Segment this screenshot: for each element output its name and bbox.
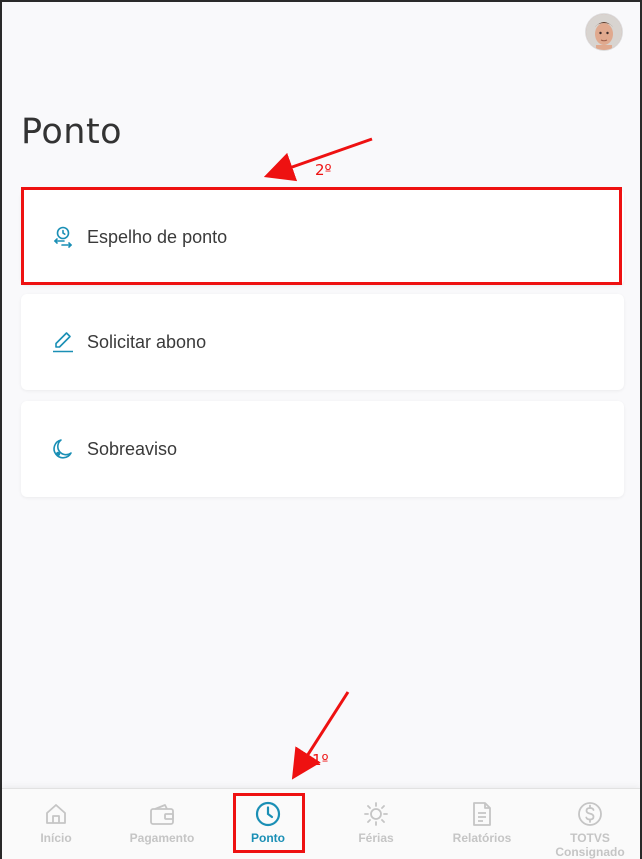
wallet-icon: [149, 801, 175, 827]
nav-item-totvs-consignado[interactable]: TOTVS Consignado: [550, 789, 630, 859]
nav-item-pagamento[interactable]: Pagamento: [122, 789, 202, 859]
clock-icon: [255, 801, 281, 827]
bottom-nav: Início Pagamento Ponto Férias Relatórios…: [2, 788, 640, 859]
nav-label: Relatórios: [452, 831, 512, 845]
nav-label: Início: [40, 831, 72, 845]
annotation-label-1: 1º: [312, 751, 329, 769]
nav-item-relatorios[interactable]: Relatórios: [447, 789, 517, 859]
annotation-arrows: [263, 137, 373, 780]
nav-label: Pagamento: [129, 831, 195, 845]
nav-label: Férias: [358, 831, 394, 845]
dollar-circle-icon: [577, 801, 603, 827]
nav-item-inicio[interactable]: Início: [21, 789, 91, 859]
home-icon: [43, 801, 69, 827]
sun-icon: [363, 801, 389, 827]
annotation-label-2: 2º: [315, 161, 332, 179]
document-icon: [469, 801, 495, 827]
nav-label: Ponto: [251, 831, 285, 845]
nav-item-ferias[interactable]: Férias: [341, 789, 411, 859]
nav-label: TOTVS Consignado: [555, 831, 625, 859]
nav-item-ponto[interactable]: Ponto: [233, 789, 303, 859]
